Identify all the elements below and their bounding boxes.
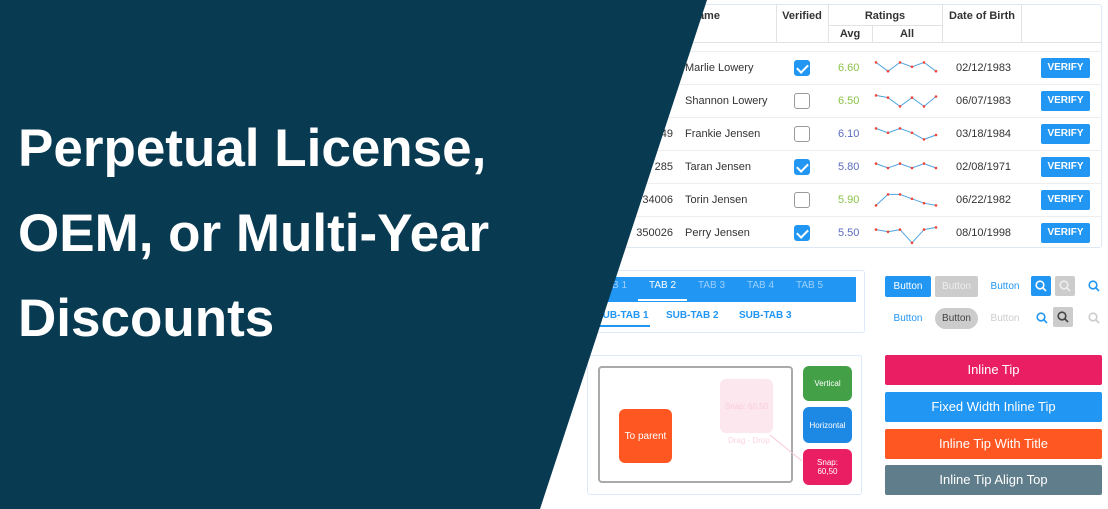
headline-line-1: Perpetual License, xyxy=(18,119,487,178)
headline-line-3: Discounts xyxy=(18,289,275,348)
headline-line-2: OEM, or Multi-Year xyxy=(18,204,490,263)
